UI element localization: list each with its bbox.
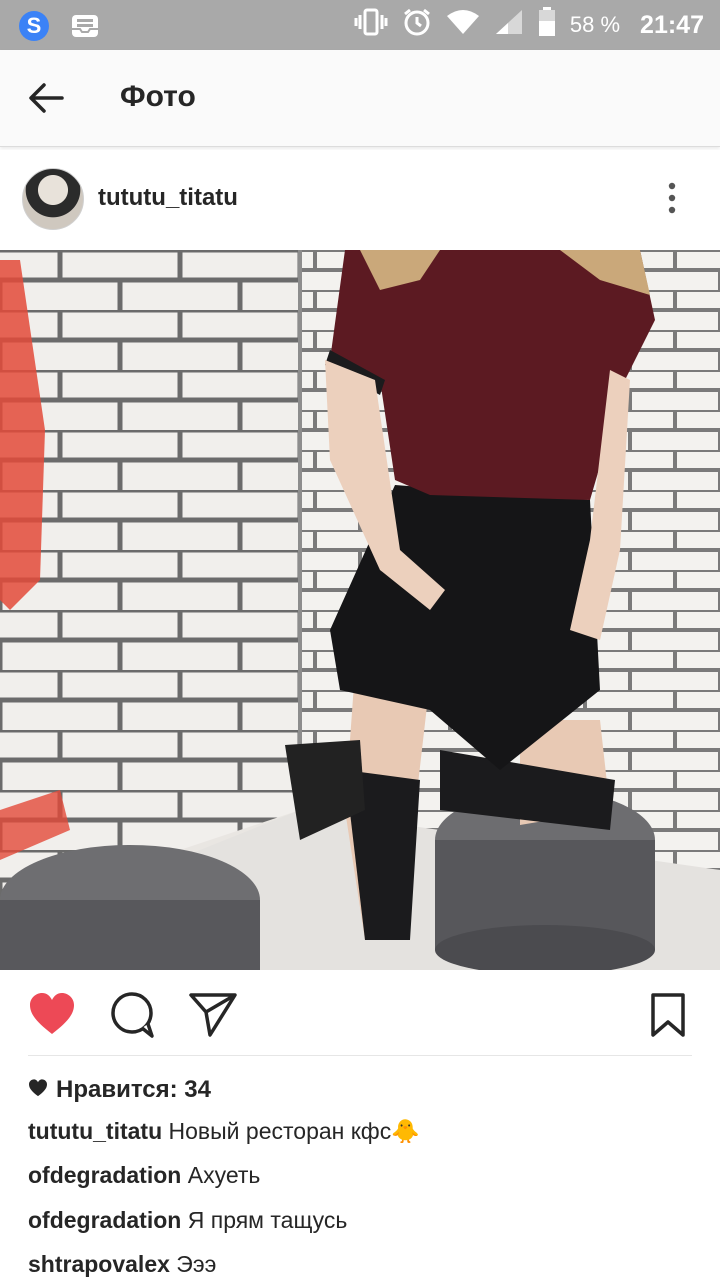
- clock: 21:47: [640, 10, 704, 39]
- comment-row: ofdegradation Ахуеть: [28, 1162, 260, 1189]
- s-app-icon: S: [18, 10, 50, 47]
- comment-row: ofdegradation Я прям тащусь: [28, 1207, 347, 1234]
- svg-text:S: S: [27, 13, 42, 38]
- battery-percent: 58 %: [569, 12, 621, 37]
- app-bar: Фото: [0, 50, 720, 147]
- inbox-tray-icon: [70, 12, 100, 45]
- small-heart-icon: [28, 1076, 48, 1104]
- caption: tututu_titatu Новый ресторан кфс🐥: [28, 1118, 420, 1145]
- comment-username[interactable]: tututu_titatu: [28, 1118, 162, 1144]
- comment-username[interactable]: ofdegradation: [28, 1207, 181, 1233]
- alarm-icon: [402, 7, 432, 44]
- likes-count[interactable]: Нравится: 34: [28, 1076, 211, 1104]
- comment-username[interactable]: ofdegradation: [28, 1162, 181, 1188]
- status-bar: S 58 % 21:47: [0, 0, 720, 50]
- likes-text: Нравится: 34: [56, 1076, 211, 1103]
- comment-icon[interactable]: [108, 992, 156, 1043]
- page-title: Фото: [120, 80, 196, 113]
- avatar[interactable]: [22, 168, 84, 230]
- post-photo[interactable]: [0, 250, 720, 970]
- more-options-icon[interactable]: [660, 180, 684, 220]
- battery-icon: [538, 6, 556, 44]
- heart-icon[interactable]: [28, 992, 76, 1041]
- share-icon[interactable]: [188, 992, 238, 1043]
- comment-text: Я прям тащусь: [187, 1207, 348, 1233]
- signal-icon: [494, 8, 524, 43]
- post-username[interactable]: tututu_titatu: [98, 184, 238, 212]
- post-header: tututu_titatu: [0, 150, 720, 251]
- post-actions: [0, 970, 720, 1056]
- divider: [28, 1055, 692, 1056]
- comment-text: Ахуеть: [187, 1162, 261, 1188]
- bookmark-icon[interactable]: [650, 992, 686, 1043]
- vibrate-icon: [354, 7, 388, 44]
- back-arrow-icon[interactable]: [26, 78, 66, 118]
- comment-text: Эээ: [176, 1251, 217, 1277]
- chick-emoji: 🐥: [391, 1118, 420, 1144]
- comment-text: Новый ресторан кфс: [168, 1118, 392, 1144]
- comment-username[interactable]: shtrapovalex: [28, 1251, 170, 1277]
- comment-row: shtrapovalex Эээ: [28, 1251, 216, 1278]
- wifi-icon: [446, 8, 480, 43]
